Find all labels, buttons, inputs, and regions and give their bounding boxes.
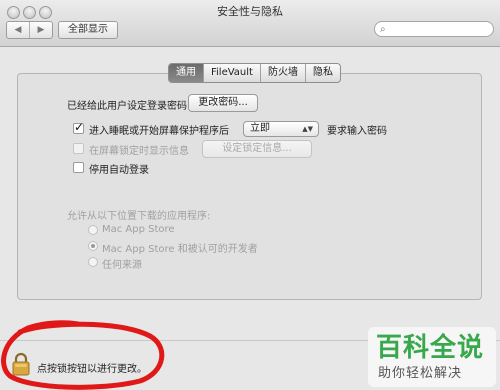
tab-general[interactable]: 通用 [169,64,204,82]
search-input[interactable] [393,23,487,35]
radio-identified-developers-label: Mac App Store 和被认可的开发者 [102,244,258,255]
nav-back-forward: ◀ ▶ [6,21,53,39]
show-message-checkbox[interactable] [73,143,84,154]
search-field[interactable]: ⌕ [374,21,494,37]
forward-arrow-icon[interactable]: ▶ [30,22,52,38]
downloads-heading: 允许从以下位置下载的应用程序: [67,211,211,222]
search-icon: ⌕ [380,24,386,35]
require-password-delay-select[interactable]: 立即 ▲▼ [243,121,319,137]
watermark-title: 百科全说 [376,333,485,363]
require-password-suffix: 要求输入密码 [327,126,387,137]
radio-anywhere[interactable] [88,257,98,267]
tab-firewall[interactable]: 防火墙 [261,64,306,82]
tab-bar: 通用 FileVault 防火墙 隐私 [168,63,341,83]
select-value: 立即 [250,123,270,134]
radio-anywhere-label: 任何来源 [102,260,142,271]
require-password-label: 进入睡眠或开始屏幕保护程序后 [89,126,229,137]
set-lock-message-button[interactable]: 设定锁定信息... [202,140,312,158]
radio-identified-developers[interactable] [88,241,98,251]
change-password-button[interactable]: 更改密码... [188,94,258,112]
show-message-label: 在屏幕锁定时显示信息 [89,146,189,157]
radio-mac-app-store-label: Mac App Store [102,224,175,235]
title-bar: 安全性与隐私 ◀ ▶ 全部显示 ⌕ [0,0,500,47]
tab-filevault[interactable]: FileVault [204,64,261,82]
show-all-button[interactable]: 全部显示 [58,21,118,39]
back-arrow-icon[interactable]: ◀ [7,22,30,38]
chevron-updown-icon: ▲▼ [302,125,313,133]
tab-privacy[interactable]: 隐私 [306,64,340,82]
watermark: 百科全说 助你轻松解决 [368,327,496,387]
disable-autologin-label: 停用自动登录 [89,165,149,176]
radio-selected-dot [91,244,95,248]
watermark-subtitle: 助你轻松解决 [378,366,463,381]
require-password-checkbox[interactable]: ✓ [73,120,85,134]
password-set-label: 已经给此用户设定登录密码 [67,101,187,112]
window-title: 安全性与隐私 [217,5,283,18]
lock-icon[interactable] [12,352,30,376]
radio-mac-app-store[interactable] [88,225,98,235]
preferences-window: 安全性与隐私 ◀ ▶ 全部显示 ⌕ 通用 FileVault 防火墙 隐私 已经… [0,0,500,390]
checkmark-icon: ✓ [74,120,85,134]
disable-autologin-checkbox[interactable] [73,162,84,173]
lock-instruction-text: 点按锁按钮以进行更改。 [37,364,147,375]
